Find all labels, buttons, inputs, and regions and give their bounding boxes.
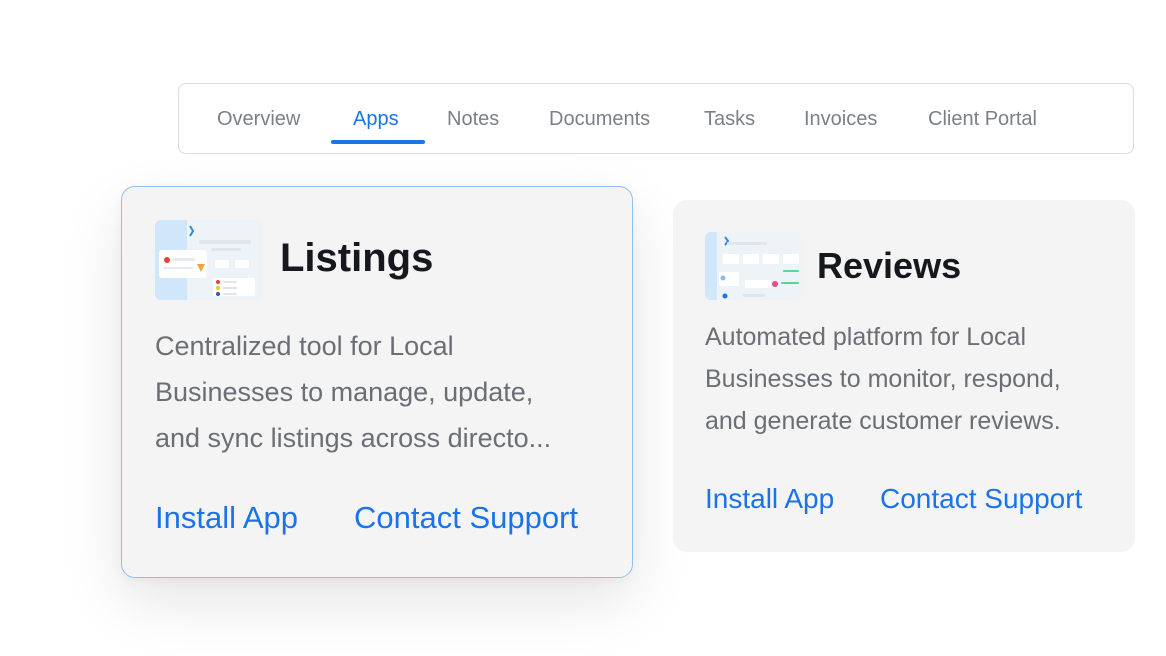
install-app-link[interactable]: Install App bbox=[155, 500, 298, 536]
app-card-reviews[interactable]: Reviews Automated platform for Local Bus… bbox=[673, 200, 1135, 552]
contact-support-link[interactable]: Contact Support bbox=[354, 500, 578, 536]
description-line: and sync listings across directo... bbox=[155, 423, 552, 453]
app-marketplace-view: Overview Apps Notes Documents Tasks Invo… bbox=[0, 0, 1166, 656]
tab-documents[interactable]: Documents bbox=[549, 84, 650, 155]
description-line: Businesses to manage, update, bbox=[155, 377, 534, 407]
app-title: Listings bbox=[280, 236, 434, 280]
contact-support-link[interactable]: Contact Support bbox=[880, 483, 1082, 515]
tab-tasks[interactable]: Tasks bbox=[704, 84, 755, 155]
tab-invoices[interactable]: Invoices bbox=[804, 84, 877, 155]
app-card-listings[interactable]: Listings Centralized tool for Local Busi… bbox=[121, 186, 633, 578]
install-app-link[interactable]: Install App bbox=[705, 483, 834, 515]
description-line: and generate customer reviews. bbox=[705, 407, 1061, 435]
app-title: Reviews bbox=[817, 245, 962, 286]
reviews-preview-thumbnail bbox=[705, 232, 801, 300]
app-description: Centralized tool for Local Businesses to… bbox=[155, 323, 605, 461]
description-line: Automated platform for Local bbox=[705, 323, 1026, 351]
tab-notes[interactable]: Notes bbox=[447, 84, 499, 155]
tab-bar: Overview Apps Notes Documents Tasks Invo… bbox=[178, 83, 1134, 154]
description-line: Centralized tool for Local bbox=[155, 331, 454, 361]
listings-preview-thumbnail bbox=[155, 220, 263, 300]
description-line: Businesses to monitor, respond, bbox=[705, 365, 1061, 393]
active-tab-indicator bbox=[331, 140, 425, 144]
tab-apps[interactable]: Apps bbox=[353, 84, 399, 155]
tab-client-portal[interactable]: Client Portal bbox=[928, 84, 1037, 155]
tab-overview[interactable]: Overview bbox=[217, 84, 300, 155]
app-description: Automated platform for Local Businesses … bbox=[705, 316, 1125, 442]
